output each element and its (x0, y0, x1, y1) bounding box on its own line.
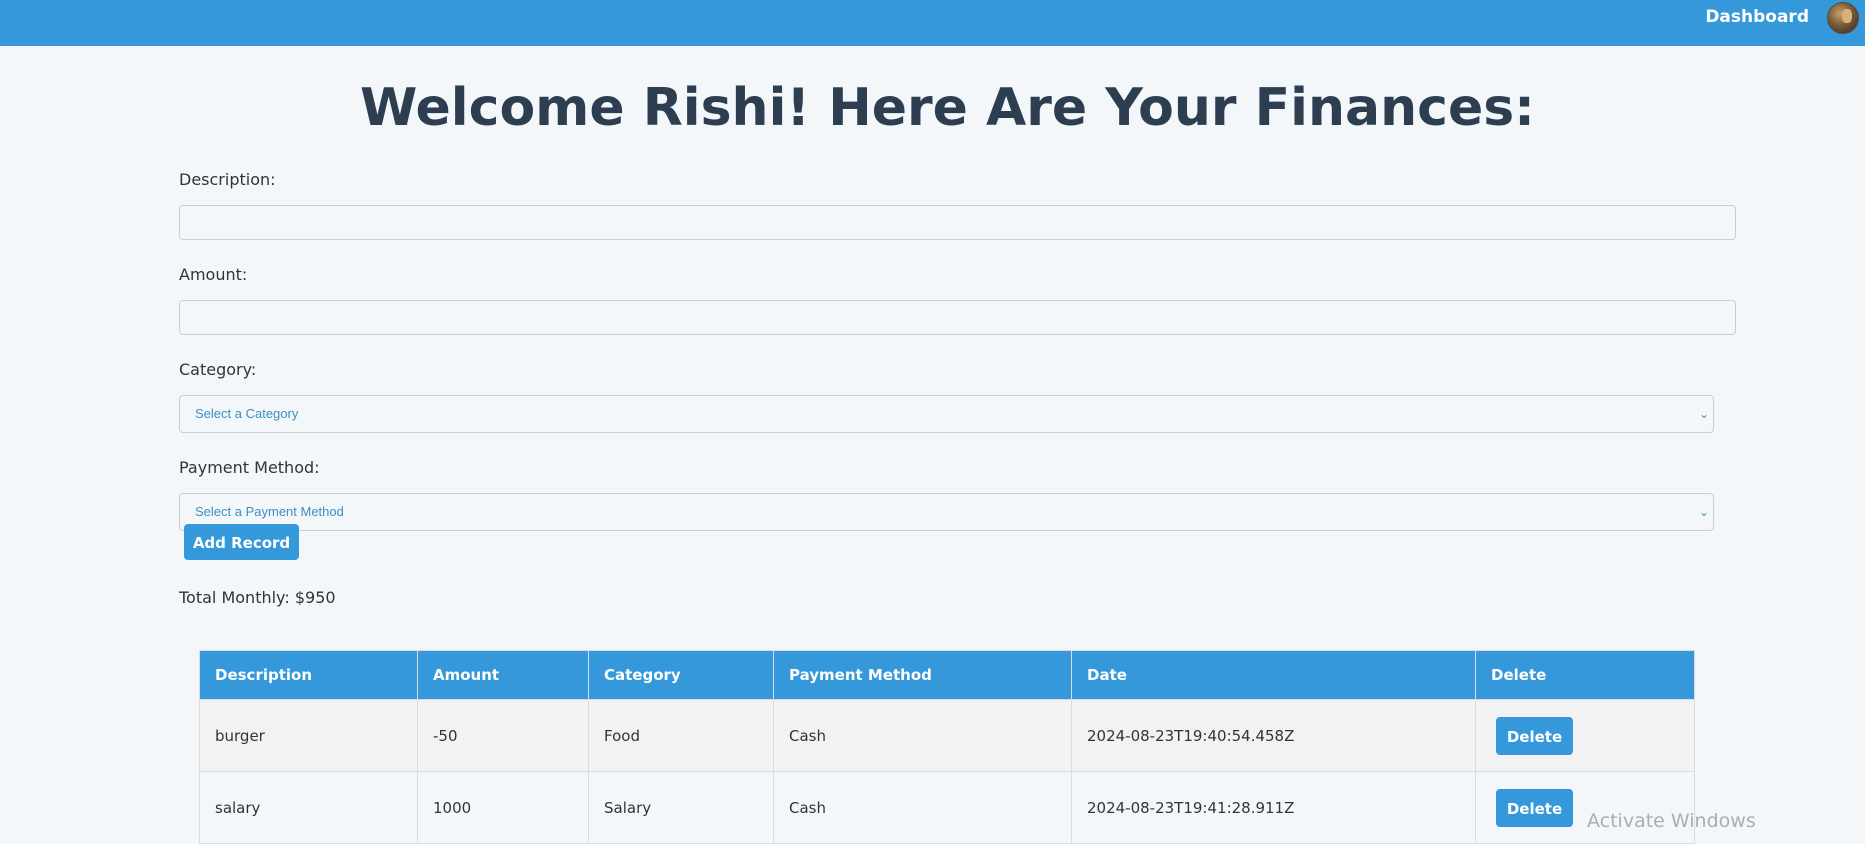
cell-date: 2024-08-23T19:40:54.458Z (1071, 699, 1476, 772)
cell-category: Food (588, 699, 774, 772)
cell-delete: Delete (1475, 699, 1695, 772)
description-input[interactable] (179, 205, 1736, 240)
amount-label: Amount: (179, 265, 248, 284)
dashboard-link[interactable]: Dashboard (1705, 7, 1809, 27)
payment-method-selected-value: Select a Payment Method (195, 504, 344, 519)
page-title: Welcome Rishi! Here Are Your Finances: (360, 78, 1535, 138)
top-navbar: Dashboard (0, 0, 1865, 46)
cell-description: burger (199, 699, 418, 772)
amount-input[interactable] (179, 300, 1736, 335)
payment-method-label: Payment Method: (179, 458, 320, 477)
add-record-form: Description: Amount: Category: Select a … (179, 170, 1739, 556)
table-row: burger -50 Food Cash 2024-08-23T19:40:54… (199, 699, 1695, 772)
chevron-down-icon: ⌄ (1698, 505, 1709, 519)
header-category: Category (588, 650, 774, 700)
category-label: Category: (179, 360, 257, 379)
activate-windows-watermark: Activate Windows (1587, 810, 1756, 832)
records-table: Description Amount Category Payment Meth… (199, 650, 1695, 844)
user-avatar-icon[interactable] (1827, 2, 1859, 34)
header-payment-method: Payment Method (773, 650, 1072, 700)
header-description: Description (199, 650, 418, 700)
header-delete: Delete (1475, 650, 1695, 700)
payment-method-select[interactable]: Select a Payment Method ⌄ (179, 493, 1714, 531)
table-header-row: Description Amount Category Payment Meth… (199, 650, 1695, 700)
total-monthly: Total Monthly: $950 (179, 588, 336, 607)
delete-button[interactable]: Delete (1496, 788, 1573, 827)
chevron-down-icon: ⌄ (1698, 407, 1709, 421)
category-selected-value: Select a Category (195, 406, 299, 421)
description-label: Description: (179, 170, 276, 189)
cell-amount: -50 (417, 699, 589, 772)
category-select[interactable]: Select a Category ⌄ (179, 395, 1714, 433)
header-date: Date (1071, 650, 1476, 700)
cell-payment-method: Cash (773, 699, 1072, 772)
add-record-button[interactable]: Add Record (184, 524, 299, 560)
delete-button[interactable]: Delete (1496, 716, 1573, 755)
header-amount: Amount (417, 650, 589, 700)
